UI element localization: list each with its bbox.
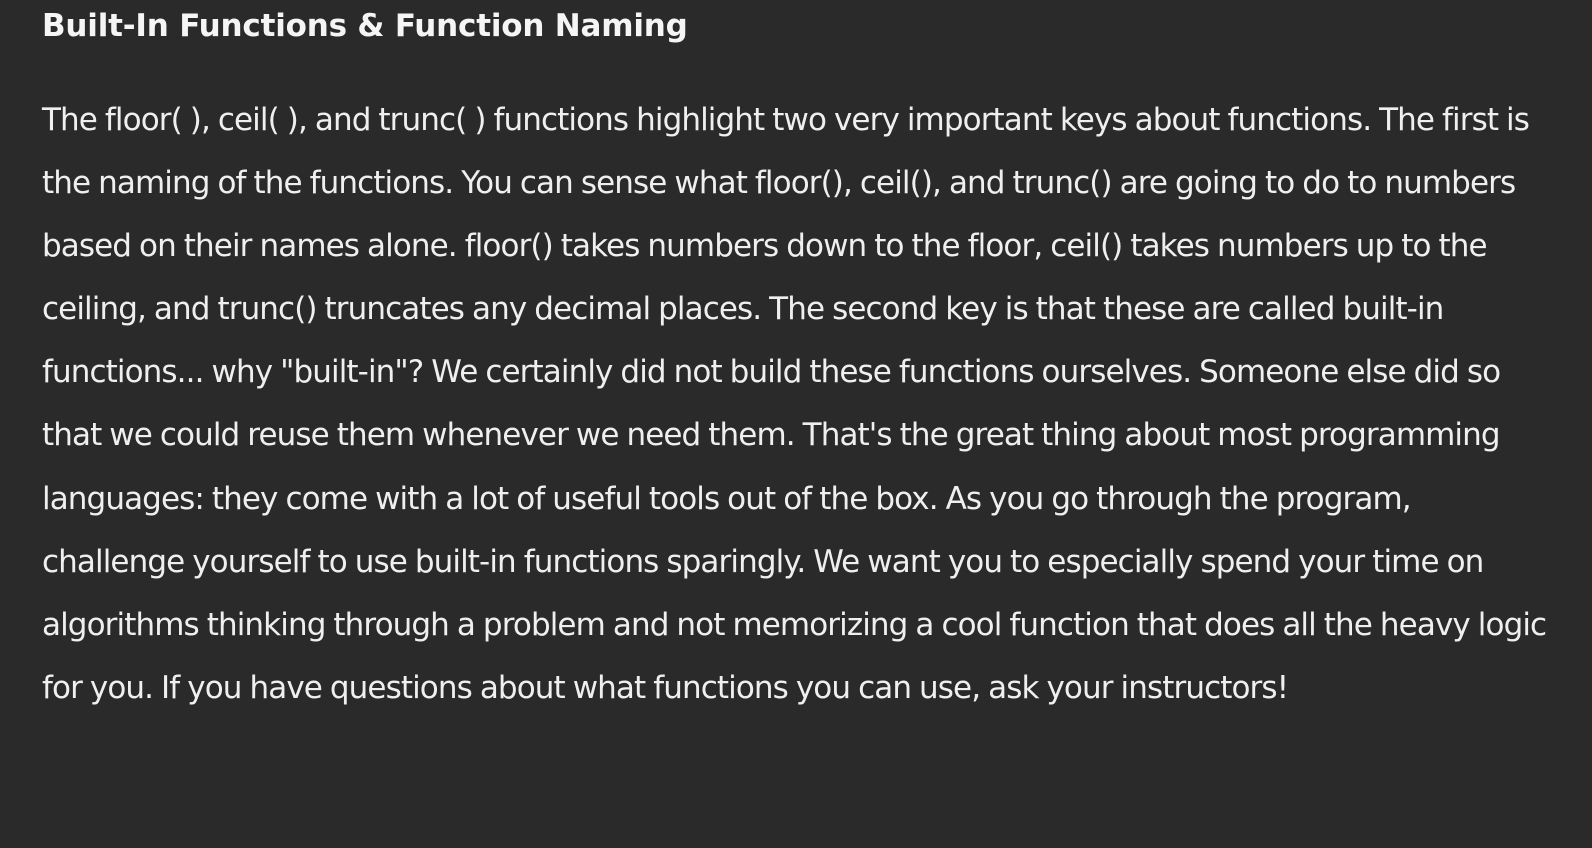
- content-page: Built-In Functions & Function Naming The…: [0, 0, 1592, 848]
- section-title: Built-In Functions & Function Naming: [42, 8, 688, 44]
- section-paragraph: The floor( ), ceil( ), and trunc( ) func…: [42, 102, 1547, 706]
